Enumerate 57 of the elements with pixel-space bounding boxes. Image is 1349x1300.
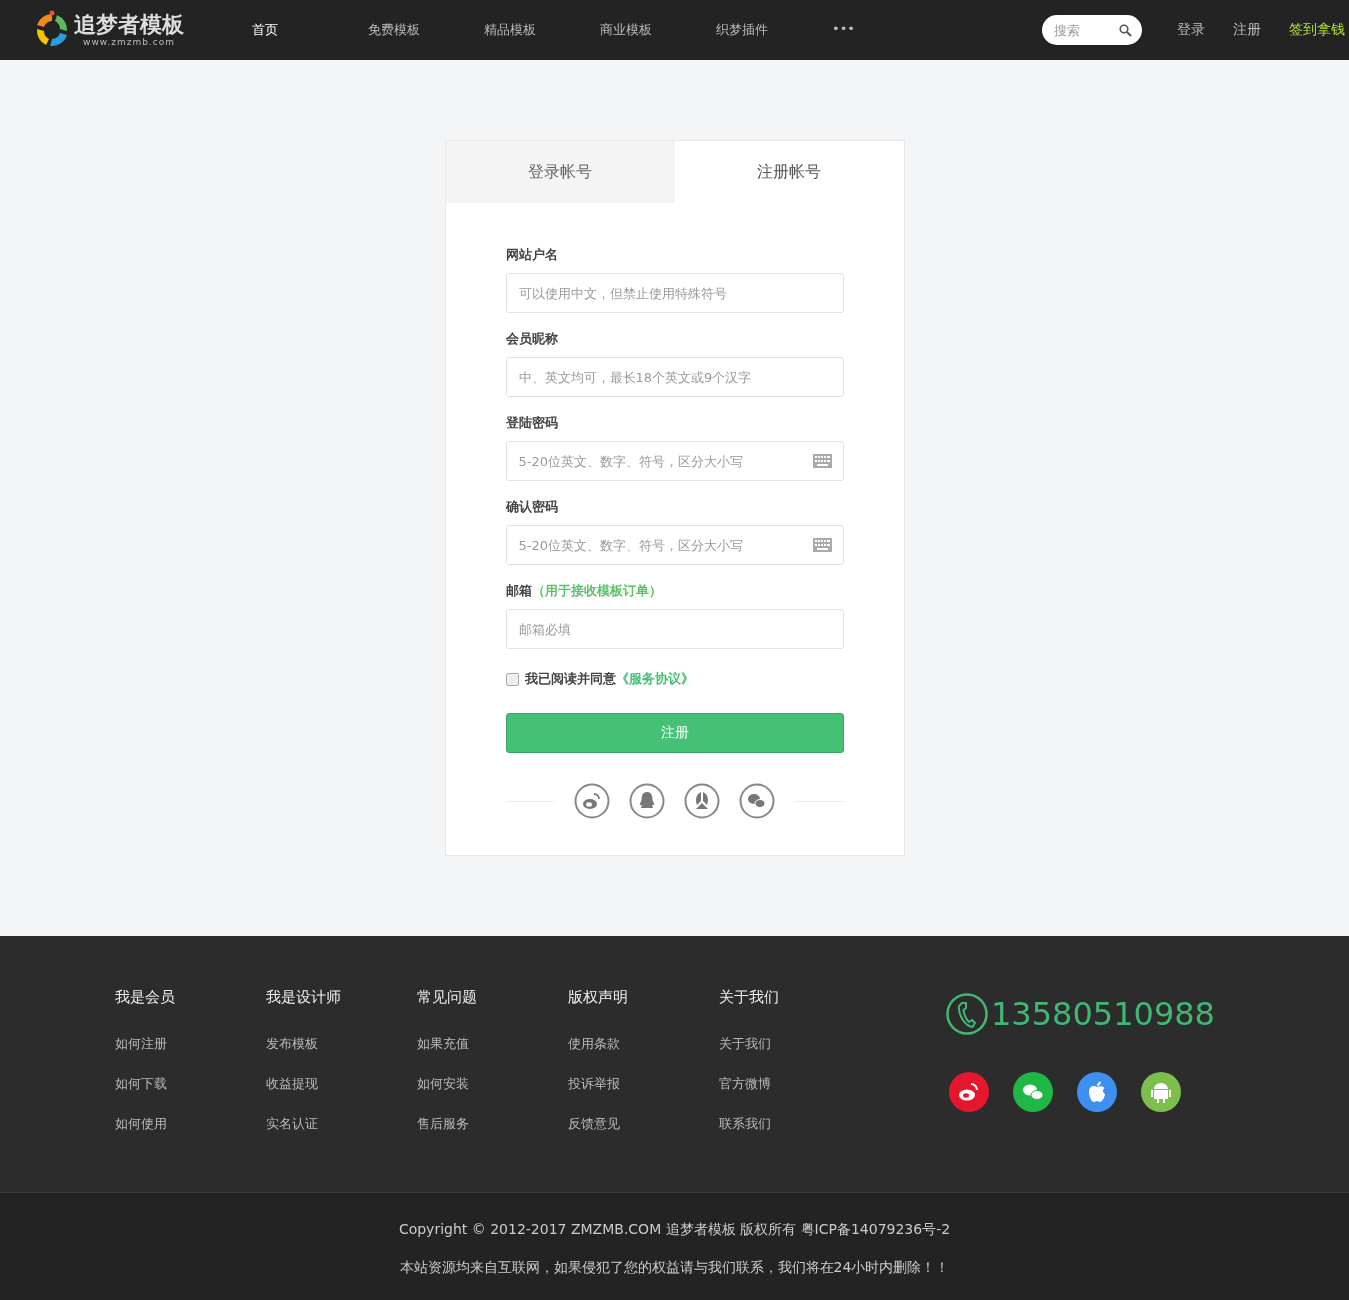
weibo-icon[interactable]	[949, 1072, 989, 1112]
field-label: 会员昵称	[505, 330, 558, 348]
disclaimer-text: 本站资源均来自互联网，如果侵犯了您的权益请与我们联系，我们将在24小时内删除！！	[399, 1259, 950, 1277]
input-field[interactable]: 5-20位英文、数字、符号，区分大小写	[505, 525, 844, 565]
nav-link[interactable]: 免费模板	[368, 21, 484, 39]
nav-link[interactable]: •••	[832, 21, 948, 39]
footer-heading: 常见问题	[417, 988, 478, 1007]
footer-heading: 我是设计师	[266, 988, 342, 1007]
chat-bubbles-icon[interactable]	[1013, 1072, 1053, 1112]
form-tab[interactable]: 登录帐号	[445, 141, 675, 203]
apple-icon[interactable]	[1077, 1072, 1117, 1112]
input-field[interactable]: 5-20位英文、数字、符号，区分大小写	[505, 441, 844, 481]
footer-link[interactable]: 如何安装	[417, 1075, 568, 1093]
header-link[interactable]: 签到拿钱	[1289, 21, 1345, 39]
penguin-icon[interactable]	[629, 783, 665, 819]
footer-link[interactable]: 发布模板	[266, 1035, 417, 1053]
logo-name[interactable]: 追梦者模板	[74, 13, 184, 37]
footer-heading: 关于我们	[719, 988, 780, 1007]
input-field[interactable]: 中、英文均可，最长18个英文或9个汉字	[505, 357, 844, 397]
footer-link[interactable]: 收益提现	[266, 1075, 417, 1093]
field-label: 网站户名	[505, 246, 558, 264]
phone-number: 13580510988	[991, 995, 1215, 1033]
footer-link[interactable]: 关于我们	[719, 1035, 870, 1053]
header-link[interactable]: 登录	[1177, 21, 1205, 39]
input-field[interactable]: 邮箱必填	[505, 609, 844, 649]
footer-link[interactable]: 投诉举报	[568, 1075, 719, 1093]
field-note: （用于接收模板订单）	[531, 582, 662, 600]
footer-link[interactable]: 如何使用	[115, 1115, 266, 1133]
agreement-checkbox[interactable]	[505, 672, 519, 686]
footer-link[interactable]: 如果充值	[417, 1035, 568, 1053]
footer-link[interactable]: 反馈意见	[568, 1115, 719, 1133]
footer-heading: 我是会员	[115, 988, 176, 1007]
phone-icon	[945, 992, 989, 1036]
input-field[interactable]: 可以使用中文，但禁止使用特殊符号	[505, 273, 844, 313]
footer-link[interactable]: 如何注册	[115, 1035, 266, 1053]
nav-link[interactable]: 织梦插件	[716, 21, 832, 39]
nav-link[interactable]: 精品模板	[484, 21, 600, 39]
footer-link[interactable]: 如何下载	[115, 1075, 266, 1093]
logo-domain: www.zmzmb.com	[83, 37, 175, 47]
footer-link[interactable]: 实名认证	[266, 1115, 417, 1133]
android-icon[interactable]	[1141, 1072, 1181, 1112]
field-label: 登陆密码	[505, 414, 558, 432]
leaf-icon[interactable]	[684, 783, 720, 819]
header-link[interactable]: 注册	[1233, 21, 1261, 39]
search-field[interactable]: 搜索	[1042, 15, 1142, 45]
search-icon[interactable]	[1119, 24, 1132, 37]
agreement-text: 我已阅读并同意	[524, 670, 616, 688]
footer-link[interactable]: 联系我们	[719, 1115, 870, 1133]
field-label: 邮箱	[505, 582, 532, 600]
footer-link[interactable]: 售后服务	[417, 1115, 568, 1133]
footer-link[interactable]: 使用条款	[568, 1035, 719, 1053]
field-label: 确认密码	[505, 498, 558, 516]
nav-link[interactable]: 首页	[252, 21, 368, 39]
nav-link[interactable]: 商业模板	[600, 21, 716, 39]
copyright-text: Copyright © 2012-2017 ZMZMB.COM 追梦者模板 版权所有 粤ICP备14079236号-2	[398, 1221, 951, 1239]
footer-link[interactable]: 官方微博	[719, 1075, 870, 1093]
footer-heading: 版权声明	[568, 988, 629, 1007]
